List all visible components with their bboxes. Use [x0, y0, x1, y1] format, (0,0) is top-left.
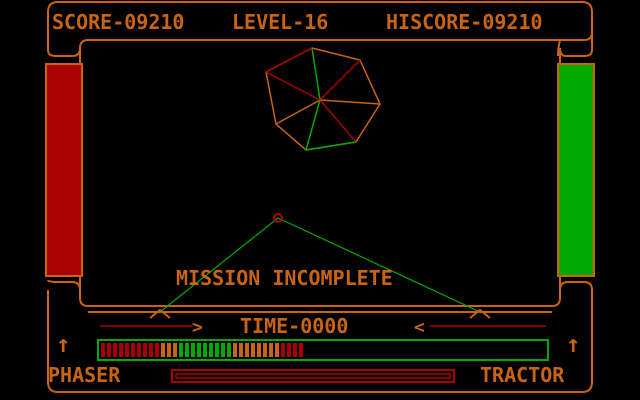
energy-segment [179, 343, 183, 357]
time-readout: TIME-0000 [240, 314, 348, 338]
energy-segment [155, 343, 159, 357]
energy-segment [107, 343, 111, 357]
energy-segment [215, 343, 219, 357]
energy-segment [227, 343, 231, 357]
energy-gauge-fill [101, 343, 303, 357]
phaser-label: PHASER [48, 363, 121, 387]
energy-segment [143, 343, 147, 357]
energy-segment [233, 343, 237, 357]
energy-segment [101, 343, 105, 357]
energy-segment [197, 343, 201, 357]
energy-segment [221, 343, 225, 357]
mission-message: MISSION INCOMPLETE [176, 266, 393, 290]
energy-segment [119, 343, 123, 357]
right-direction-arrow: < [414, 317, 425, 338]
hiscore-readout: HISCORE-09210 [386, 10, 543, 34]
energy-segment [209, 343, 213, 357]
left-up-arrow-icon: ↑ [56, 330, 70, 358]
energy-segment [257, 343, 261, 357]
left-direction-arrow: > [192, 317, 203, 338]
energy-segment [269, 343, 273, 357]
energy-segment [245, 343, 249, 357]
energy-segment [125, 343, 129, 357]
score-readout: SCORE-09210 [52, 10, 184, 34]
energy-segment [263, 343, 267, 357]
phaser-gauge-fill [175, 373, 451, 379]
energy-segment [287, 343, 291, 357]
energy-segment [137, 343, 141, 357]
energy-segment [131, 343, 135, 357]
energy-segment [299, 343, 303, 357]
phaser-gauge-frame [171, 369, 455, 383]
right-shield-bar [557, 63, 595, 277]
wireframe-polygon-icon [265, 47, 381, 151]
beam-lines [159, 217, 481, 313]
energy-segment [185, 343, 189, 357]
energy-segment [281, 343, 285, 357]
energy-segment [167, 343, 171, 357]
tractor-label: TRACTOR [480, 363, 565, 387]
left-shield-bar [45, 63, 83, 277]
energy-segment [203, 343, 207, 357]
energy-segment [275, 343, 279, 357]
energy-segment [293, 343, 297, 357]
energy-segment [239, 343, 243, 357]
energy-segment [161, 343, 165, 357]
energy-segment [191, 343, 195, 357]
energy-segment [173, 343, 177, 357]
energy-gauge-frame [97, 339, 549, 361]
energy-segment [251, 343, 255, 357]
game-screen: SCORE-09210 LEVEL-16 HISCORE-09210 MISSI… [45, 1, 595, 393]
energy-segment [149, 343, 153, 357]
right-up-arrow-icon: ↑ [566, 330, 580, 358]
energy-segment [113, 343, 117, 357]
level-readout: LEVEL-16 [232, 10, 328, 34]
